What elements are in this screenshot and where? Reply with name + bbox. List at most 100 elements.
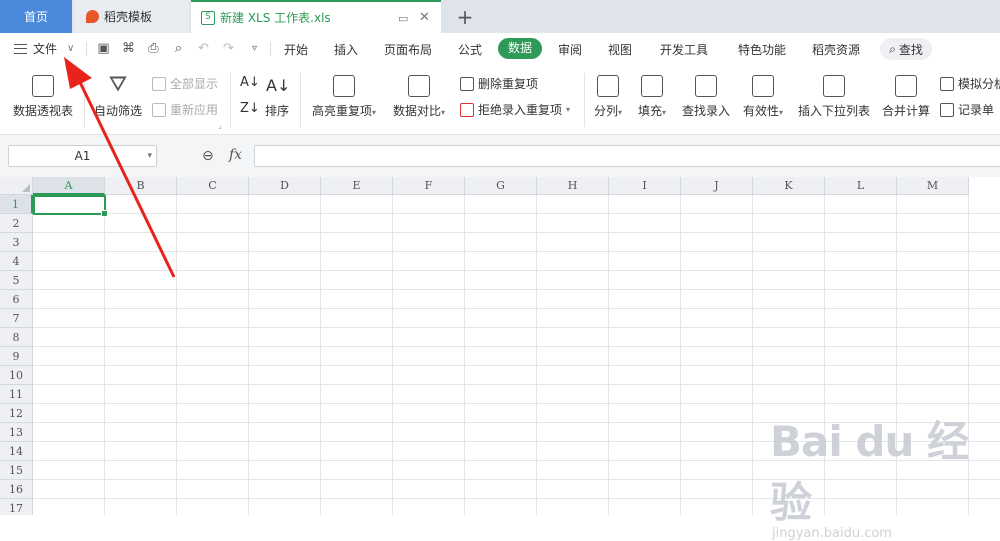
zoom-icon[interactable]: ⊖ [202,148,214,164]
menu-data[interactable]: 数据 [498,38,542,59]
lookup-entry-button[interactable]: 查找录入 [680,75,732,119]
print-preview-icon[interactable]: ⌕ [171,41,186,56]
column-header[interactable]: E [321,177,393,195]
sort-button[interactable]: A↓ 排序 [262,75,292,119]
menu-page-layout[interactable]: 页面布局 [384,41,432,58]
sort-descending-button[interactable]: Z↓ [240,101,260,116]
chevron-down-icon: ∨ [67,43,75,54]
validity-button[interactable]: 有效性▾ [738,75,788,119]
chevron-down-icon[interactable]: ▾ [147,146,152,166]
watermark-sub: jingyan.baidu.com [772,526,892,541]
column-header[interactable]: B [105,177,177,195]
tab-template[interactable]: 稻壳模板 [74,0,189,33]
row-header[interactable]: 7 [0,309,33,328]
split-column-icon [597,75,619,97]
column-header[interactable]: H [537,177,609,195]
undo-icon[interactable]: ↶ [196,41,211,56]
print-icon[interactable]: ⎙ [146,41,161,56]
menu-bar: 文件 ∨ ▣ ⌘ ⎙ ⌕ ↶ ↷ ▿ 开始 插入 页面布局 公式 数据 审阅 视… [0,33,1000,65]
format-painter-icon[interactable]: ⌘ [121,41,136,56]
row-header[interactable]: 1 [0,195,33,214]
column-header[interactable]: J [681,177,753,195]
delete-duplicates-button[interactable]: 删除重复项 [460,75,538,92]
row-header[interactable]: 3 [0,233,33,252]
simulate-analysis-button[interactable]: 模拟分析 [940,75,1000,92]
highlight-duplicates-button[interactable]: 高亮重复项▾ [308,75,380,119]
column-header[interactable]: L [825,177,897,195]
menu-developer[interactable]: 开发工具 [660,41,708,58]
reject-duplicates-button[interactable]: 拒绝录入重复项 ▾ [460,101,570,118]
sort-label: 排序 [264,104,289,118]
sort-icon: A↓ [266,76,291,95]
column-header[interactable]: M [897,177,969,195]
select-all-corner[interactable] [0,177,33,195]
column-header[interactable]: G [465,177,537,195]
row-header[interactable]: 12 [0,404,33,423]
reapply-button[interactable]: 重新应用 [152,101,218,118]
row-header[interactable]: 8 [0,328,33,347]
row-header[interactable]: 10 [0,366,33,385]
filter-refresh-icon [152,102,166,117]
row-header[interactable]: 6 [0,290,33,309]
dialog-launcher-icon[interactable]: ⌟ [218,121,222,130]
row-header[interactable]: 5 [0,271,33,290]
data-compare-label: 数据对比 [392,104,441,118]
search-button[interactable]: ⌕ 查找 [880,38,932,60]
menu-start[interactable]: 开始 [284,41,308,58]
autofilter-button[interactable]: ⛛ 自动筛选 [92,74,144,119]
column-header[interactable]: I [609,177,681,195]
tab-document[interactable]: S 新建 XLS 工作表.xls ▭ ✕ [191,0,441,33]
divider [84,73,85,127]
row-header[interactable]: 17 [0,499,33,515]
row-header[interactable]: 14 [0,442,33,461]
column-header[interactable]: F [393,177,465,195]
sort-ascending-button[interactable]: A↓ [240,75,260,90]
name-box[interactable]: A1 ▾ [8,145,157,167]
insert-function-button[interactable]: fx [229,147,242,163]
column-header[interactable]: C [177,177,249,195]
tab-bar: 首页 稻壳模板 S 新建 XLS 工作表.xls ▭ ✕ + [0,0,1000,33]
simulate-analysis-icon [940,76,954,91]
record-form-label: 记录单 [958,103,995,117]
data-compare-button[interactable]: 数据对比▾ [388,75,450,119]
pin-icon[interactable]: ▭ [398,12,408,25]
fill-button[interactable]: 填充▾ [634,75,670,119]
save-icon[interactable]: ▣ [96,41,111,56]
more-chevron-icon[interactable]: ▿ [247,41,262,56]
row-header[interactable]: 9 [0,347,33,366]
column-header[interactable]: A [33,177,105,195]
row-header[interactable]: 11 [0,385,33,404]
lookup-entry-label: 查找录入 [681,104,730,118]
menu-insert[interactable]: 插入 [334,41,358,58]
row-header[interactable]: 4 [0,252,33,271]
tab-home[interactable]: 首页 [0,0,72,33]
close-icon[interactable]: ✕ [419,10,430,25]
highlight-duplicates-icon [333,75,355,97]
divider [300,73,301,127]
row-header[interactable]: 2 [0,214,33,233]
reapply-label: 重新应用 [170,103,219,117]
record-form-button[interactable]: 记录单 [940,101,994,118]
sort-ascending-icon: A↓ [240,75,260,90]
consolidate-icon [895,75,917,97]
insert-dropdown-list-button[interactable]: 插入下拉列表 [796,75,872,119]
pivot-table-button[interactable]: 数据透视表 [10,75,76,119]
row-header[interactable]: 16 [0,480,33,499]
split-column-button[interactable]: 分列▾ [590,75,626,119]
consolidate-button[interactable]: 合并计算 [880,75,932,119]
redo-icon[interactable]: ↷ [221,41,236,56]
row-header[interactable]: 15 [0,461,33,480]
formula-input[interactable] [254,145,1000,167]
column-header[interactable]: K [753,177,825,195]
menu-docer-resources[interactable]: 稻壳资源 [812,41,860,58]
menu-formula[interactable]: 公式 [458,41,482,58]
new-tab-button[interactable]: + [452,0,478,33]
show-all-button[interactable]: 全部显示 [152,75,218,92]
menu-review[interactable]: 审阅 [558,41,582,58]
file-menu-button[interactable]: 文件 ∨ [14,40,74,57]
active-cell[interactable] [33,195,108,217]
row-header[interactable]: 13 [0,423,33,442]
column-header[interactable]: D [249,177,321,195]
menu-features[interactable]: 特色功能 [738,41,786,58]
menu-view[interactable]: 视图 [608,41,632,58]
